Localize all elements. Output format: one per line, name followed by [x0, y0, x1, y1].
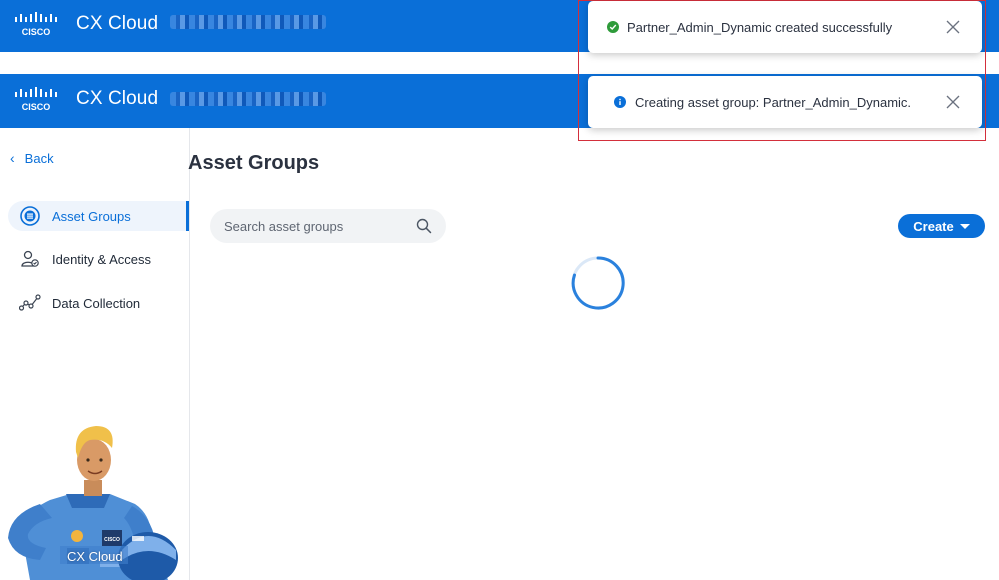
info-circle-icon [614, 96, 626, 108]
svg-text:CISCO: CISCO [22, 102, 51, 112]
back-label: Back [24, 150, 54, 166]
sidebar: ‹ Back Asset Groups Identity & Access Da… [0, 128, 190, 580]
redacted-tenant-name [170, 15, 326, 29]
sidebar-item-label: Data Collection [52, 295, 141, 311]
check-circle-icon [607, 21, 619, 33]
sidebar-item-identity-access[interactable]: Identity & Access [8, 244, 189, 274]
mascot-caption: CX Cloud [67, 549, 123, 564]
asset-groups-icon [18, 204, 42, 228]
svg-text:CISCO: CISCO [22, 27, 51, 37]
search-input[interactable] [224, 218, 404, 234]
sidebar-item-label: Identity & Access [52, 251, 151, 267]
toast-success: Partner_Admin_Dynamic created successful… [588, 1, 982, 53]
app-title: CX Cloud [76, 88, 159, 109]
cisco-logo[interactable]: CISCO [14, 87, 58, 113]
sidebar-item-label: Asset Groups [52, 208, 131, 224]
toast-message: Partner_Admin_Dynamic created successful… [627, 19, 893, 35]
data-collection-icon [18, 291, 42, 315]
search-icon[interactable] [416, 218, 432, 234]
chevron-left-icon: ‹ [10, 150, 15, 166]
close-icon[interactable] [945, 19, 961, 35]
main-content: Asset Groups Create [188, 128, 999, 580]
loading-spinner [571, 256, 625, 310]
redacted-tenant-name [170, 92, 326, 106]
back-link[interactable]: ‹ Back [10, 150, 54, 166]
create-button[interactable]: Create [898, 214, 985, 238]
identity-access-icon [18, 247, 42, 271]
sidebar-item-data-collection[interactable]: Data Collection [8, 288, 189, 318]
page-title: Asset Groups [188, 152, 320, 174]
toast-info: Creating asset group: Partner_Admin_Dyna… [588, 76, 982, 128]
create-button-label: Create [913, 218, 954, 234]
caret-down-icon [959, 224, 970, 229]
cisco-logo[interactable]: CISCO [14, 12, 58, 38]
close-icon[interactable] [945, 94, 961, 110]
toast-message: Creating asset group: Partner_Admin_Dyna… [635, 94, 912, 110]
sidebar-item-asset-groups[interactable]: Asset Groups [8, 201, 189, 231]
app-title: CX Cloud [76, 13, 159, 34]
page: CISCO CX Cloud CISCO CX Cloud ‹ Back Ass… [0, 0, 999, 580]
search-box[interactable] [210, 209, 446, 243]
svg-text:CISCO: CISCO [104, 537, 120, 543]
